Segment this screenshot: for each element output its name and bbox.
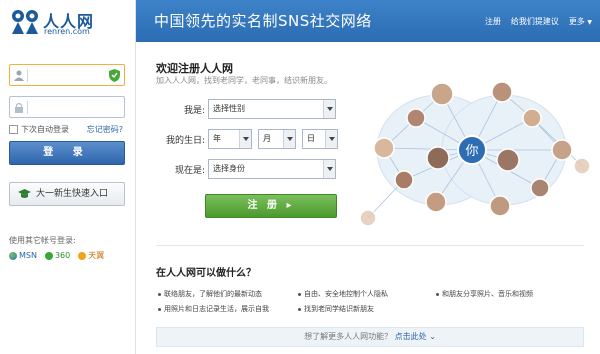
main-content: 欢迎注册人人网 加入人人网，找到老同学，老同事，结识新朋友。 我是: 选择性别 … <box>136 42 600 354</box>
chevron-down-icon <box>283 130 295 148</box>
feature-item: 联络朋友，了解他们的最新动态 <box>158 289 262 299</box>
password-input[interactable] <box>30 99 108 115</box>
login-providers: MSN 360 天翼 <box>9 250 104 261</box>
chevron-down-icon <box>323 160 335 178</box>
section-divider <box>156 245 584 246</box>
social-network-illustration: 你 <box>359 81 591 227</box>
auto-login-label: 下次自动登录 <box>21 125 69 134</box>
feature-text: 和朋友分享照片、音乐和视频 <box>442 290 533 298</box>
360-login-link[interactable]: 360 <box>44 250 71 261</box>
birth-month-value: 月 <box>263 134 271 143</box>
password-field[interactable] <box>9 96 125 118</box>
gender-select[interactable]: 选择性别 <box>208 99 336 119</box>
register-button-label: 注 册 <box>247 200 280 211</box>
gender-row: 我是: 选择性别 <box>156 99 342 119</box>
account-field[interactable] <box>9 64 125 86</box>
msn-login-link[interactable]: MSN <box>9 250 37 261</box>
bullet-icon <box>436 292 439 296</box>
360-label: 360 <box>54 251 71 260</box>
field-separator <box>27 101 28 114</box>
forgot-password-link[interactable]: 忘记密码? <box>87 124 123 135</box>
freshman-entry-button[interactable]: 大一新生快速入口 <box>9 182 125 206</box>
tianyi-login-link[interactable]: 天翼 <box>78 250 104 261</box>
bullet-icon <box>158 292 161 296</box>
login-sidebar: 人人网 renren.com 下次自动登录 忘记密码? 登 录 大一新生快速入口… <box>0 0 136 354</box>
chevron-down-icon <box>325 130 337 148</box>
register-button[interactable]: 注 册 ▸ <box>205 194 337 218</box>
status-row: 现在是: 选择身份 <box>156 159 342 179</box>
feature-item: 用照片和日志记录生活，展示自我 <box>158 304 269 314</box>
birth-year-select[interactable]: 年 <box>208 129 252 149</box>
checkbox-box[interactable] <box>9 125 18 134</box>
user-icon <box>14 70 24 81</box>
chevron-down-icon <box>239 130 251 148</box>
header-more-menu[interactable]: 更多 ▼ <box>569 16 592 27</box>
shield-icon <box>109 69 120 82</box>
field-separator <box>27 69 28 82</box>
gender-select-value: 选择性别 <box>213 104 245 113</box>
auto-login-checkbox[interactable]: 下次自动登录 <box>9 124 69 135</box>
bullet-icon <box>298 307 301 311</box>
more-features-link[interactable]: 点击此处 <box>395 332 427 341</box>
renren-logo[interactable]: 人人网 renren.com <box>10 6 130 38</box>
features-title: 在人人网可以做什么？ <box>156 268 256 279</box>
chevron-down-icon: ⌄ <box>429 332 436 341</box>
other-accounts-label: 使用其它帐号登录: <box>9 236 76 245</box>
more-features-prefix: 想了解更多人人网功能？ <box>304 332 393 341</box>
header-links: 注册 给我们提建议 更多 ▼ <box>485 16 592 27</box>
status-label: 现在是: <box>174 165 205 176</box>
birth-year-value: 年 <box>213 134 221 143</box>
feature-text: 联络朋友，了解他们的最新动态 <box>164 290 262 298</box>
feature-text: 找到老同学结识新朋友 <box>304 305 374 313</box>
header-feedback-link[interactable]: 给我们提建议 <box>511 16 559 27</box>
birth-day-value: 日 <box>307 134 315 143</box>
gender-label: 我是: <box>183 105 205 116</box>
register-subtitle: 加入人人网，找到老同学，老同事，结识新朋友。 <box>156 76 332 85</box>
more-features-bar: 想了解更多人人网功能？ 点击此处 ⌄ <box>156 327 584 347</box>
account-input[interactable] <box>30 67 108 83</box>
graduation-cap-icon <box>18 189 31 198</box>
freshman-entry-label: 大一新生快速入口 <box>36 189 109 199</box>
tianyi-label: 天翼 <box>88 251 105 260</box>
bullet-icon <box>298 292 301 296</box>
msn-icon <box>9 251 17 260</box>
360-icon <box>44 251 53 260</box>
birth-month-select[interactable]: 月 <box>258 129 296 149</box>
tianyi-icon <box>78 251 87 260</box>
feature-text: 用照片和日志记录生活，展示自我 <box>164 305 269 313</box>
feature-item: 和朋友分享照片、音乐和视频 <box>436 289 533 299</box>
brand-domain: renren.com <box>44 27 90 36</box>
top-header: 中国领先的实名制SNS社交网络 注册 给我们提建议 更多 ▼ <box>136 0 600 42</box>
header-slogan: 中国领先的实名制SNS社交网络 <box>154 12 372 30</box>
center-user-label: 你 <box>465 144 478 159</box>
arrow-right-icon: ▸ <box>286 200 295 211</box>
status-select-value: 选择身份 <box>213 164 245 173</box>
header-register-link[interactable]: 注册 <box>485 16 501 27</box>
renren-logo-icon <box>12 10 38 34</box>
status-select[interactable]: 选择身份 <box>208 159 336 179</box>
chevron-down-icon <box>323 100 335 118</box>
feature-text: 自由、安全地控制个人隐私 <box>304 290 388 298</box>
register-title: 欢迎注册人人网 <box>156 62 233 75</box>
bullet-icon <box>158 307 161 311</box>
feature-item: 找到老同学结识新朋友 <box>298 304 374 314</box>
login-button[interactable]: 登 录 <box>9 141 125 165</box>
birthday-label: 我的生日: <box>165 135 205 146</box>
feature-item: 自由、安全地控制个人隐私 <box>298 289 388 299</box>
lock-icon <box>14 102 24 113</box>
chevron-down-icon: ▼ <box>587 19 592 26</box>
msn-label: MSN <box>19 251 37 260</box>
birth-day-select[interactable]: 日 <box>302 129 338 149</box>
header-more-label: 更多 <box>568 17 585 26</box>
birthday-row: 我的生日: 年 月 日 <box>156 129 344 149</box>
